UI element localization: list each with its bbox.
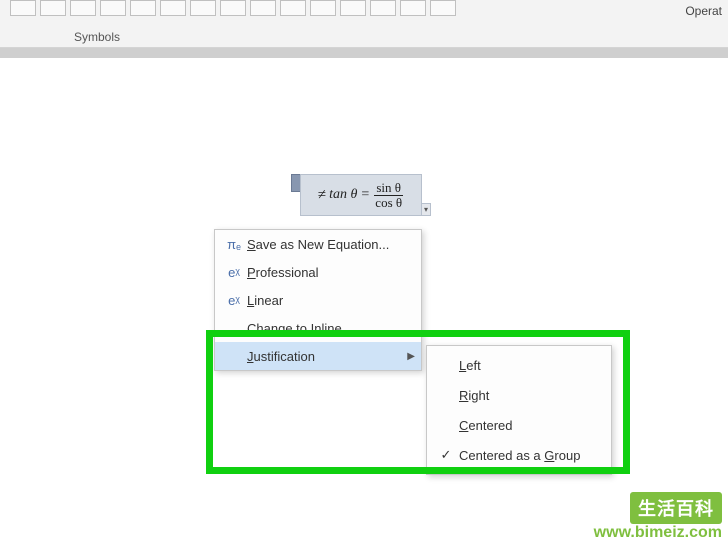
ribbon-small-button[interactable] [280, 0, 306, 16]
submenu-item-left[interactable]: Left [427, 350, 611, 380]
equation-equals: = [357, 187, 373, 203]
ribbon-group-label-operator: Operat [685, 4, 722, 18]
ribbon: Symbols Operat [0, 0, 728, 48]
watermark-title: 生活百科 [630, 492, 722, 524]
ribbon-small-button[interactable] [340, 0, 366, 16]
menu-item-label: Professional [247, 265, 415, 280]
ribbon-small-button[interactable] [310, 0, 336, 16]
ribbon-small-button[interactable] [370, 0, 396, 16]
ribbon-small-button[interactable] [130, 0, 156, 16]
menu-item-change-to-inline[interactable]: Change to Inline [215, 314, 421, 342]
submenu-item-centered-as-group[interactable]: ✓ Centered as a Group [427, 440, 611, 470]
submenu-item-right[interactable]: Right [427, 380, 611, 410]
equation-format-icon: eᵡ [221, 293, 247, 308]
menu-item-label: Justification [247, 349, 407, 364]
ribbon-small-button[interactable] [70, 0, 96, 16]
menu-item-justification[interactable]: Justification ▶ [215, 342, 421, 370]
menu-item-label: Linear [247, 293, 415, 308]
equation-context-menu: πₑ Save as New Equation... eᵡ Profession… [214, 229, 422, 371]
equation-numerator: sin θ [374, 181, 403, 196]
submenu-item-label: Right [459, 388, 489, 403]
equation-lhs: tan θ [329, 187, 357, 203]
equation-options-dropdown[interactable]: ▾ [421, 203, 431, 216]
watermark: 生活百科 www.bimeiz.com [594, 492, 722, 542]
equation-pi-icon: πₑ [221, 237, 247, 252]
ribbon-small-button[interactable] [160, 0, 186, 16]
equation-fraction: sin θ cos θ [373, 181, 404, 210]
ribbon-small-button[interactable] [220, 0, 246, 16]
ribbon-small-button[interactable] [40, 0, 66, 16]
submenu-item-label: Left [459, 358, 481, 373]
submenu-item-centered[interactable]: Centered [427, 410, 611, 440]
ribbon-small-button[interactable] [100, 0, 126, 16]
menu-item-professional[interactable]: eᵡ Professional [215, 258, 421, 286]
menu-item-label: Change to Inline [247, 321, 415, 336]
menu-item-linear[interactable]: eᵡ Linear [215, 286, 421, 314]
check-icon: ✓ [433, 447, 459, 463]
ribbon-small-button[interactable] [430, 0, 456, 16]
ribbon-small-buttons [10, 0, 456, 16]
submenu-item-label: Centered as a Group [459, 448, 580, 463]
ribbon-small-button[interactable] [250, 0, 276, 16]
menu-item-save-as-new-equation[interactable]: πₑ Save as New Equation... [215, 230, 421, 258]
ribbon-small-button[interactable] [10, 0, 36, 16]
ribbon-small-button[interactable] [400, 0, 426, 16]
equation-format-icon: eᵡ [221, 265, 247, 280]
ribbon-group-label-symbols: Symbols [74, 30, 120, 44]
watermark-url: www.bimeiz.com [594, 524, 722, 542]
submenu-arrow-icon: ▶ [407, 351, 415, 362]
equation-neq-symbol: ≠ [318, 187, 329, 204]
ribbon-small-button[interactable] [190, 0, 216, 16]
menu-item-label: Save as New Equation... [247, 237, 415, 252]
equation-object[interactable]: ≠ tan θ = sin θ cos θ [300, 174, 422, 216]
equation-denominator: cos θ [373, 196, 404, 210]
justification-submenu: Left Right Centered ✓ Centered as a Grou… [426, 345, 612, 475]
submenu-item-label: Centered [459, 418, 512, 433]
